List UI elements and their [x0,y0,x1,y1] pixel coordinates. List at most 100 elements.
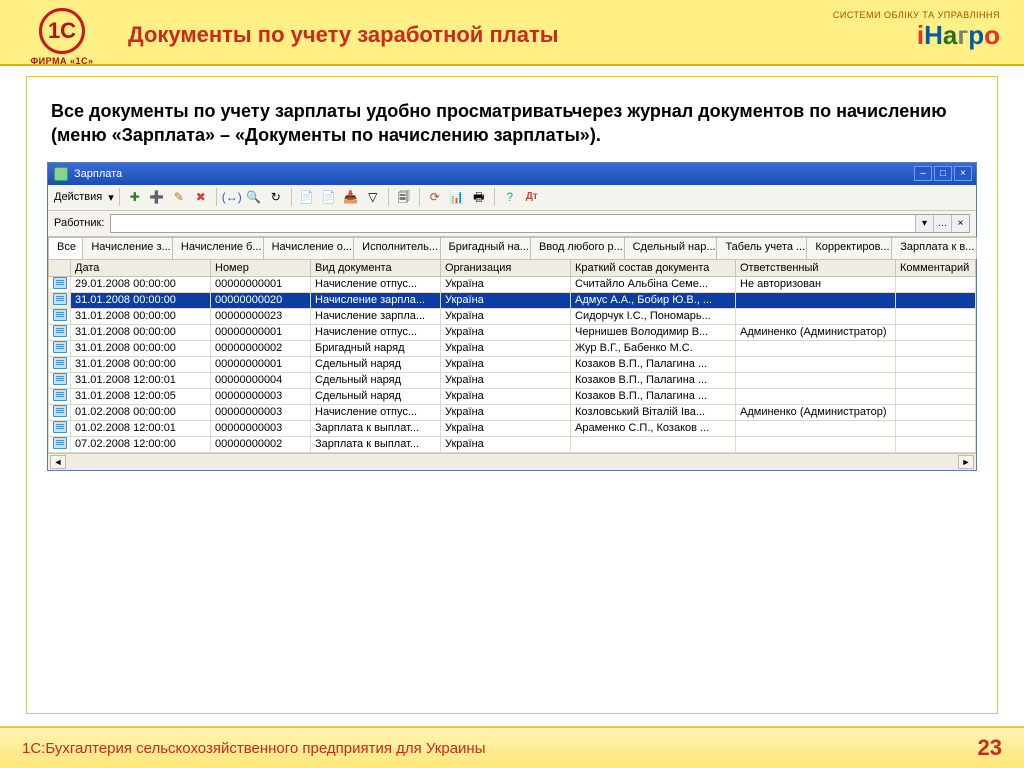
cell: Україна [441,292,571,308]
cell [736,388,896,404]
cell: 00000000023 [211,308,311,324]
tb-help-icon[interactable]: ? [500,187,520,207]
table-row[interactable]: 01.02.2008 00:00:0000000000003Начисление… [49,404,976,420]
tb-add-icon[interactable]: ✚ [125,187,145,207]
cell: 00000000003 [211,404,311,420]
window-title: Зарплата [74,168,122,180]
cell [896,404,976,420]
cell: 00000000003 [211,388,311,404]
table-row[interactable]: 31.01.2008 00:00:0000000000001Сдельный н… [49,356,976,372]
row-doc-icon [49,356,71,372]
cell [736,372,896,388]
col-header-6[interactable]: Ответственный [736,259,896,276]
tab-0[interactable]: Все [48,237,83,259]
header-divider [0,64,1024,66]
tb-add2-icon[interactable]: ➕ [147,187,167,207]
col-header-2[interactable]: Номер [211,259,311,276]
cell: 01.02.2008 00:00:00 [71,404,211,420]
table-row[interactable]: 31.01.2008 00:00:0000000000002Бригадный … [49,340,976,356]
window-icon [54,167,68,181]
tab-3[interactable]: Начисление о... [263,237,355,259]
cell [571,436,736,452]
tb-doc1-icon[interactable]: 📄 [297,187,317,207]
actions-menu[interactable]: Действия [54,191,106,203]
table-row[interactable]: 29.01.2008 00:00:0000000000001Начисление… [49,276,976,292]
tb-dtk-icon[interactable]: Дт [522,187,542,207]
table-row[interactable]: 31.01.2008 00:00:0000000000020Начисление… [49,292,976,308]
cell: Адмус А.А., Бобир Ю.В., ... [571,292,736,308]
tb-refresh-icon[interactable]: ↻ [266,187,286,207]
tb-copy-icon[interactable]: 🗐 [394,187,414,207]
window-close-button[interactable]: × [954,166,972,181]
brand-inagro-logo: СИСТЕМИ ОБЛІКУ ТА УПРАВЛІННЯ іНагро [833,10,1000,51]
combo-dropdown-icon[interactable]: ▾ [915,215,933,232]
combo-select-icon[interactable]: … [933,215,951,232]
window-titlebar: Зарплата – □ × [48,163,976,185]
window-maximize-button[interactable]: □ [934,166,952,181]
cell: 00000000004 [211,372,311,388]
row-doc-icon [49,340,71,356]
tb-print-icon[interactable]: 🖶 [469,187,489,207]
slide-footer: 1С:Бухгалтерия сельскохозяйственного пре… [0,726,1024,768]
cell [736,340,896,356]
scroll-left-button[interactable]: ◄ [50,455,66,469]
col-header-0[interactable] [49,259,71,276]
worker-filter-combo[interactable]: ▾ … × [110,214,970,233]
cell: 00000000001 [211,356,311,372]
col-header-7[interactable]: Комментарий [896,259,976,276]
tab-8[interactable]: Табель учета ... [716,237,807,259]
cell: 00000000002 [211,436,311,452]
tb-delete-icon[interactable]: ✖ [191,187,211,207]
table-row[interactable]: 31.01.2008 12:00:0500000000003Сдельный н… [49,388,976,404]
tab-9[interactable]: Корректиров... [806,237,892,259]
table-row[interactable]: 31.01.2008 00:00:0000000000001Начисление… [49,324,976,340]
data-grid[interactable]: ДатаНомерВид документаОрганизацияКраткий… [48,259,976,470]
tb-filter-icon[interactable]: ▽ [363,187,383,207]
tab-1[interactable]: Начисление з... [82,237,173,259]
col-header-5[interactable]: Краткий состав документа [571,259,736,276]
table-row[interactable]: 31.01.2008 00:00:0000000000023Начисление… [49,308,976,324]
tb-edit-icon[interactable]: ✎ [169,187,189,207]
col-header-1[interactable]: Дата [71,259,211,276]
toolbar: Действия▾ ✚ ➕ ✎ ✖ (↔) 🔍 ↻ 📄 📄 📥 ▽ 🗐 ⟳ [48,185,976,211]
cell: Начисление отпус... [311,404,441,420]
tb-find-icon[interactable]: 🔍 [244,187,264,207]
tb-interval-icon[interactable]: (↔) [222,187,242,207]
cell: 00000000001 [211,324,311,340]
cell [896,388,976,404]
tab-5[interactable]: Бригадный на... [440,237,531,259]
brand-1c-circle: 1С [39,8,85,54]
cell: Козаков В.П., Палагина ... [571,356,736,372]
tb-report-icon[interactable]: 📊 [447,187,467,207]
tb-move-icon[interactable]: 📥 [341,187,361,207]
tab-10[interactable]: Зарплата к в... [891,237,977,259]
scroll-right-button[interactable]: ► [958,455,974,469]
cell: Жур В.Г., Бабенко М.С. [571,340,736,356]
slide-title: Документы по учету заработной платы [128,22,774,48]
cell: Україна [441,372,571,388]
tab-6[interactable]: Ввод любого р... [530,237,625,259]
table-row[interactable]: 01.02.2008 12:00:0100000000003Зарплата к… [49,420,976,436]
table-row[interactable]: 07.02.2008 12:00:0000000000002Зарплата к… [49,436,976,452]
cell: Араменко С.П., Козаков ... [571,420,736,436]
page-number: 23 [978,735,1002,761]
table-row[interactable]: 31.01.2008 12:00:0100000000004Сдельный н… [49,372,976,388]
window-minimize-button[interactable]: – [914,166,932,181]
tab-7[interactable]: Сдельный нар... [624,237,718,259]
cell: Сдельный наряд [311,356,441,372]
cell: 00000000001 [211,276,311,292]
cell: Козаков В.П., Палагина ... [571,388,736,404]
tab-2[interactable]: Начисление б... [172,237,264,259]
col-header-4[interactable]: Организация [441,259,571,276]
cell: Козловський Віталій Іва... [571,404,736,420]
col-header-3[interactable]: Вид документа [311,259,441,276]
combo-clear-icon[interactable]: × [951,215,969,232]
row-doc-icon [49,372,71,388]
cell: 01.02.2008 12:00:01 [71,420,211,436]
horizontal-scrollbar[interactable]: ◄ ► [48,453,976,470]
tb-post-icon[interactable]: ⟳ [425,187,445,207]
cell: Админенко (Администратор) [736,324,896,340]
tab-4[interactable]: Исполнитель... [353,237,440,259]
cell: Считайло Альбіна Семе... [571,276,736,292]
tb-doc2-icon[interactable]: 📄 [319,187,339,207]
